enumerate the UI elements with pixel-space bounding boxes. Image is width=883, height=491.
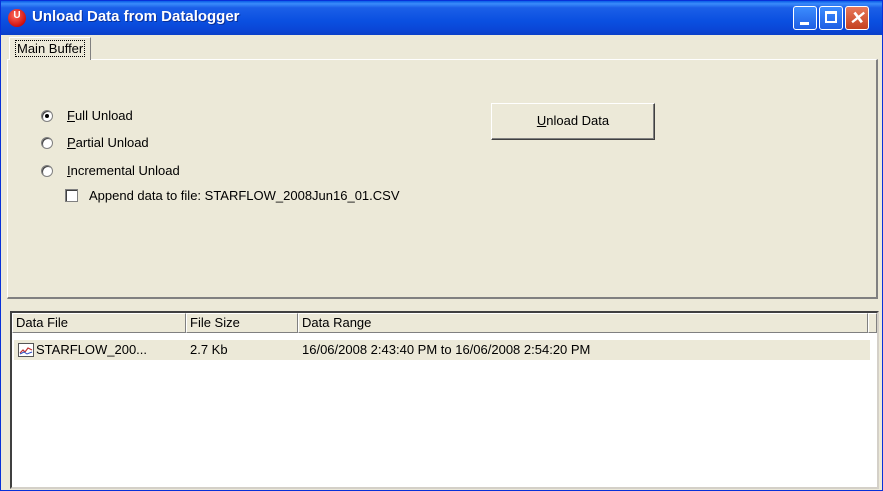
incremental-unload-radio[interactable]: Incremental Unload [41, 162, 341, 180]
full-unload-label: Full Unload [67, 108, 133, 123]
unload-data-button[interactable]: Unload Data [491, 103, 655, 140]
partial-unload-radio[interactable]: Partial Unload [41, 134, 341, 152]
maximize-button[interactable] [819, 6, 843, 30]
file-name-cell: STARFLOW_200... [36, 342, 148, 357]
radio-button-icon [41, 110, 53, 122]
checkbox-icon [65, 189, 78, 202]
full-unload-radio[interactable]: Full Unload [41, 107, 341, 125]
radio-button-icon [41, 165, 53, 177]
app-icon-letter: U [13, 10, 21, 21]
column-header-data-range[interactable]: Data Range [298, 313, 868, 333]
column-header-data-file[interactable]: Data File [12, 313, 186, 333]
unload-dialog: U Unload Data from Datalogger ✕ Main Buf… [0, 0, 883, 491]
data-file-list[interactable]: Data File File Size Data Range STARFLOW_… [10, 311, 879, 489]
chart-file-icon [18, 343, 34, 357]
incremental-unload-label: Incremental Unload [67, 163, 180, 178]
column-header-filler [868, 313, 877, 333]
append-data-checkbox[interactable]: Append data to file: STARFLOW_2008Jun16_… [65, 187, 485, 205]
table-row[interactable]: STARFLOW_200... 2.7 Kb 16/06/2008 2:43:4… [14, 340, 870, 360]
maximize-icon [825, 11, 837, 23]
minimize-icon [800, 22, 809, 25]
window-title: Unload Data from Datalogger [32, 8, 240, 25]
column-header-file-size[interactable]: File Size [186, 313, 298, 333]
title-bar[interactable]: U Unload Data from Datalogger ✕ [1, 1, 882, 35]
app-icon: U [8, 9, 26, 27]
data-range-cell: 16/06/2008 2:43:40 PM to 16/06/2008 2:54… [302, 342, 591, 357]
tab-main-buffer[interactable]: Main Buffer [9, 37, 92, 60]
append-data-label: Append data to file: STARFLOW_2008Jun16_… [89, 188, 400, 203]
close-button[interactable]: ✕ [845, 6, 869, 30]
close-icon: ✕ [849, 8, 865, 28]
file-size-cell: 2.7 Kb [190, 342, 228, 357]
splitter[interactable] [7, 300, 878, 306]
partial-unload-label: Partial Unload [67, 135, 149, 150]
tab-label: Main Buffer [15, 40, 86, 57]
radio-button-icon [41, 137, 53, 149]
minimize-button[interactable] [793, 6, 817, 30]
